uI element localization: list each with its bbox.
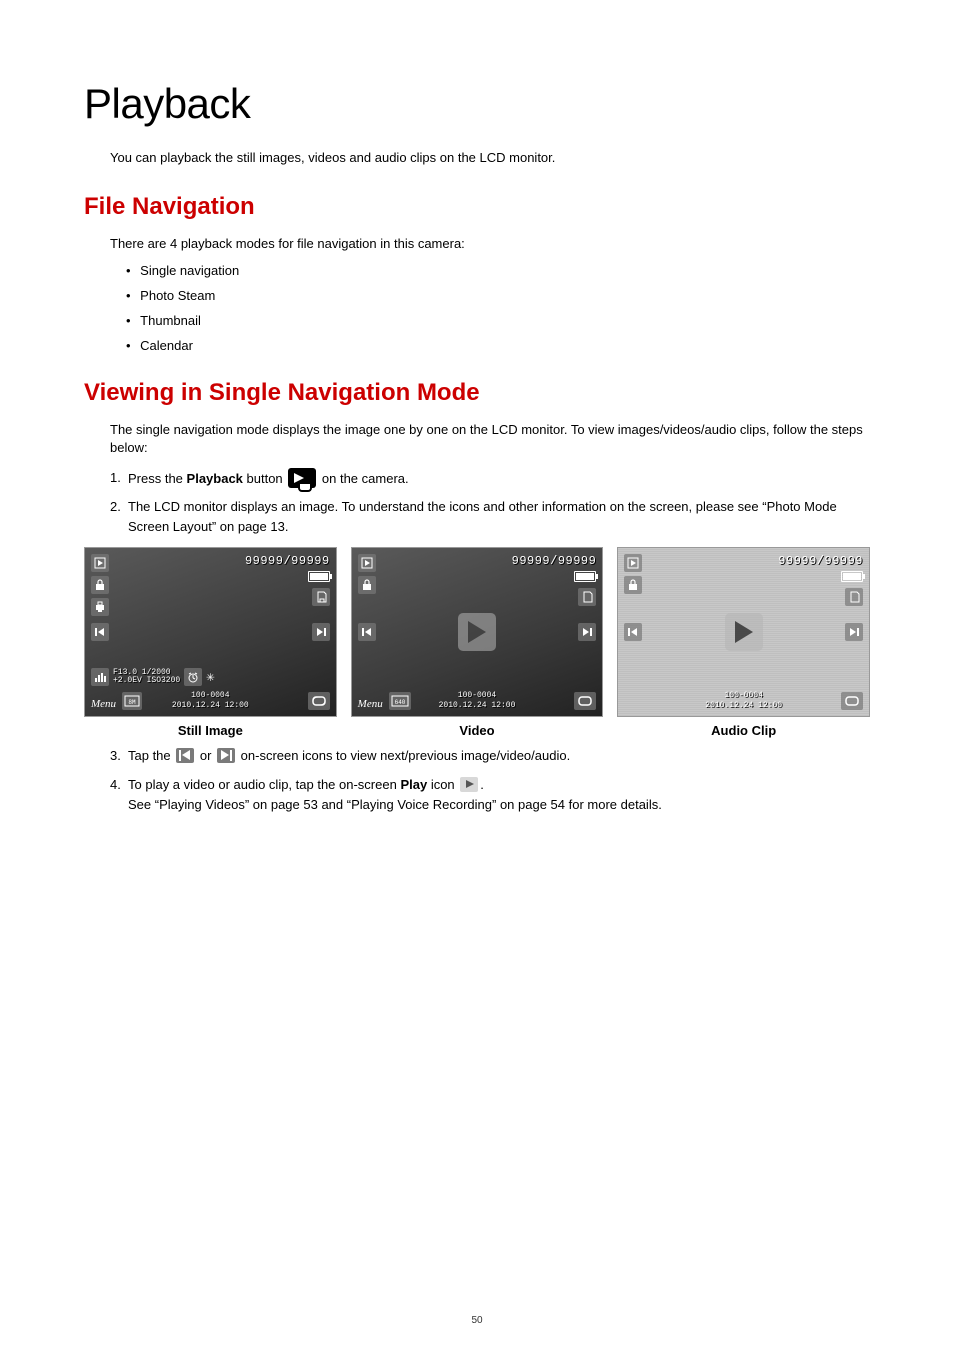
file-number: 100-0004	[191, 691, 229, 700]
modes-list: Single navigation Photo Steam Thumbnail …	[126, 263, 870, 353]
step1-part-a: Press the	[128, 471, 187, 486]
protect-icon	[624, 576, 642, 594]
single-nav-lead: The single navigation mode displays the …	[110, 421, 870, 457]
prev-icon	[91, 623, 109, 641]
protect-icon	[358, 576, 376, 594]
step-4: To play a video or audio clip, tap the o…	[110, 775, 870, 815]
card-icon	[578, 588, 596, 606]
step3-b: or	[196, 748, 215, 763]
next-button-icon	[217, 748, 235, 763]
step1-part-d: on the camera.	[318, 471, 408, 486]
battery-icon	[308, 571, 330, 582]
wb-icon: ✳	[206, 669, 214, 686]
datetime: 2010.12.24 12:00	[439, 701, 516, 710]
intro-text: You can playback the still images, video…	[110, 150, 870, 165]
page-title: Playback	[84, 80, 870, 128]
histogram-icon	[91, 668, 109, 686]
exposure-line2: +2.0EV ISO3200	[113, 676, 180, 685]
mode-item: Single navigation	[126, 263, 870, 278]
screenshot-audio: 99999/99999 100-0004 2010.12.24 12:00	[617, 547, 870, 717]
step-3: Tap the or on-screen icons to view next/…	[110, 746, 870, 766]
step3-c: on-screen icons to view next/previous im…	[237, 748, 570, 763]
next-icon	[845, 623, 863, 641]
step4-a: To play a video or audio clip, tap the o…	[128, 777, 400, 792]
file-nav-lead: There are 4 playback modes for file navi…	[110, 235, 870, 253]
caption-audio: Audio Clip	[617, 723, 870, 738]
exposure-info: F13.0 1/2000 +2.0EV ISO3200	[113, 669, 180, 687]
exposure-line1: F13.0 1/2000	[113, 668, 171, 677]
playback-button-icon	[288, 468, 316, 488]
rotate-icon	[574, 692, 596, 710]
rotate-icon	[841, 692, 863, 710]
datetime: 2010.12.24 12:00	[705, 701, 782, 710]
prev-button-icon	[176, 748, 194, 763]
step3-a: Tap the	[128, 748, 174, 763]
steps-list-cont: Tap the or on-screen icons to view next/…	[110, 746, 870, 814]
card-icon	[312, 588, 330, 606]
heading-single-nav: Viewing in Single Navigation Mode	[84, 379, 870, 407]
step4-d: .	[480, 777, 484, 792]
caption-video: Video	[351, 723, 604, 738]
video-res-icon: 640	[389, 692, 411, 710]
step1-part-b: Playback	[187, 471, 243, 486]
frame-counter: 99999/99999	[778, 554, 863, 568]
file-number: 100-0004	[458, 691, 496, 700]
heading-file-navigation: File Navigation	[84, 193, 870, 221]
next-icon	[312, 623, 330, 641]
next-icon	[578, 623, 596, 641]
playback-mode-icon	[91, 554, 109, 572]
menu-label: Menu	[358, 698, 383, 710]
datetime: 2010.12.24 12:00	[172, 701, 249, 710]
step4-sub: See “Playing Videos” on page 53 and “Pla…	[128, 795, 870, 815]
svg-text:640: 640	[394, 699, 405, 706]
mode-item: Thumbnail	[126, 313, 870, 328]
screenshot-still-image: 99999/99999 F13.0 1/2000 +2.0EV ISO3200	[84, 547, 337, 717]
playback-mode-icon	[358, 554, 376, 572]
protect-icon	[91, 576, 109, 594]
steps-list: Press the Playback button on the camera.…	[110, 468, 870, 537]
battery-icon	[841, 571, 863, 582]
mode-item: Calendar	[126, 338, 870, 353]
play-icon	[458, 613, 496, 651]
step-2: The LCD monitor displays an image. To un…	[110, 497, 870, 537]
step1-part-c: button	[243, 471, 286, 486]
frame-counter: 99999/99999	[512, 554, 597, 568]
screenshot-row: 99999/99999 F13.0 1/2000 +2.0EV ISO3200	[84, 547, 870, 738]
resolution-icon: 8M	[122, 692, 142, 710]
menu-label: Menu	[91, 698, 116, 710]
printer-icon	[91, 598, 109, 616]
caption-still: Still Image	[84, 723, 337, 738]
playback-mode-icon	[624, 554, 642, 572]
page-number: 50	[0, 1315, 954, 1326]
play-button-icon	[460, 777, 478, 792]
step4-c: icon	[427, 777, 458, 792]
file-number: 100-0004	[724, 691, 762, 700]
card-icon	[845, 588, 863, 606]
rotate-icon	[308, 692, 330, 710]
mode-item: Photo Steam	[126, 288, 870, 303]
prev-icon	[624, 623, 642, 641]
step-1: Press the Playback button on the camera.	[110, 468, 870, 489]
svg-text:8M: 8M	[128, 699, 136, 706]
frame-counter: 99999/99999	[245, 554, 330, 568]
step4-b: Play	[400, 777, 427, 792]
battery-icon	[574, 571, 596, 582]
prev-icon	[358, 623, 376, 641]
screenshot-video: 99999/99999 Menu 640 100-0004 2010.12.24…	[351, 547, 604, 717]
play-icon	[725, 613, 763, 651]
selftimer-icon	[184, 668, 202, 686]
